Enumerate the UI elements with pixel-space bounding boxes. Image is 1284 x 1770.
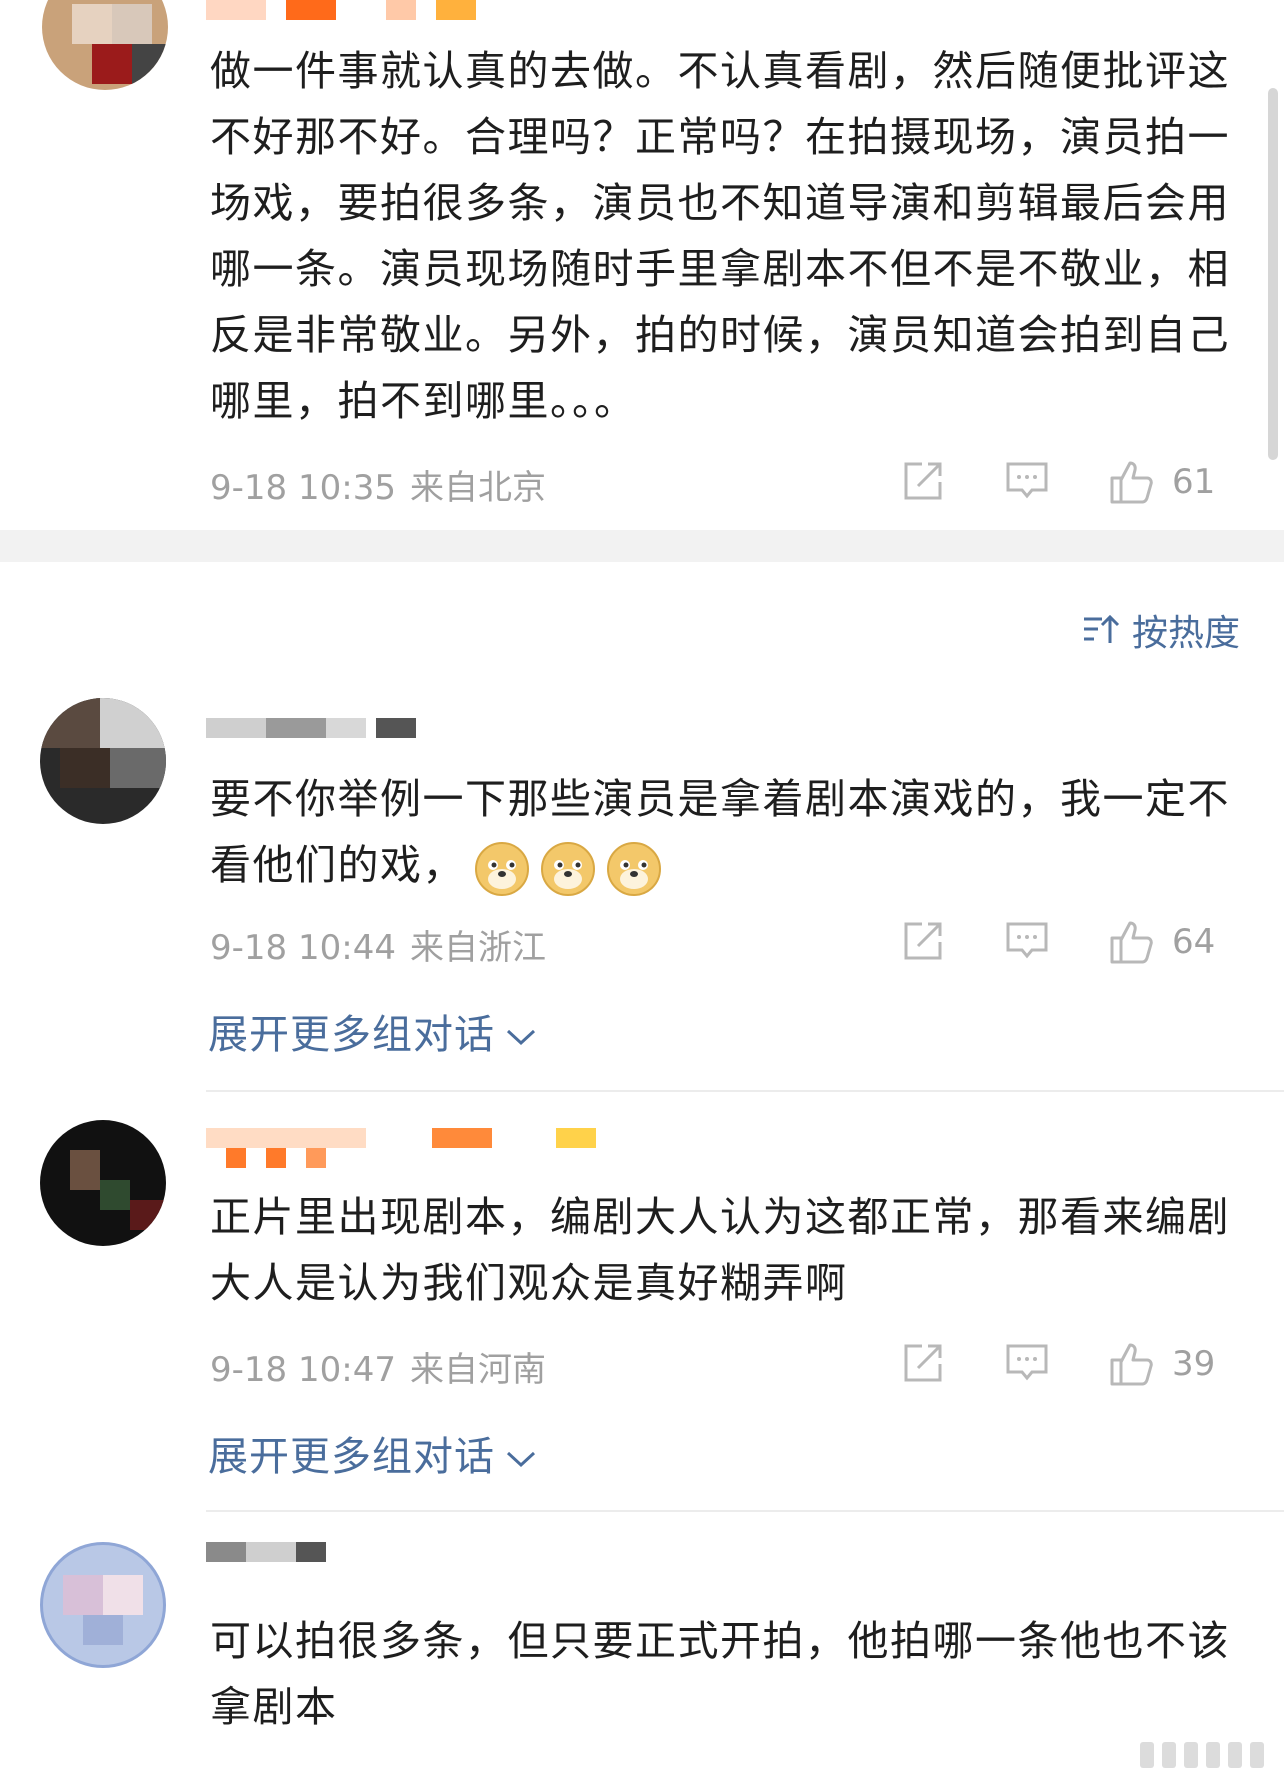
comment-4: 可以拍很多条，但只要正式开拍，他拍哪一条他也不该拿剧本 (0, 1530, 1284, 1770)
like-count: 61 (1172, 462, 1216, 502)
comment-text-content: 要不你举例一下那些演员是拿着剧本演戏的，我一定不看他们的戏， (210, 775, 1230, 889)
comment-2: 要不你举例一下那些演员是拿着剧本演戏的，我一定不看他们的戏， 9-18 10:4… (0, 690, 1284, 1090)
share-button[interactable] (900, 458, 946, 508)
expand-label: 展开更多组对话 (208, 1012, 495, 1058)
bottom-indicator (1140, 1742, 1264, 1768)
comment-location: 来自浙江 (409, 928, 546, 968)
comment-3: 正片里出现剧本，编剧大人认为这都正常，那看来编剧大人是认为我们观众是真好糊弄啊 … (0, 1110, 1284, 1510)
comment-text: 正片里出现剧本，编剧大人认为这都正常，那看来编剧大人是认为我们观众是真好糊弄啊 (210, 1193, 1230, 1307)
comment-text: 可以拍很多条，但只要正式开拍，他拍哪一条他也不该拿剧本 (210, 1617, 1230, 1731)
section-separator (0, 530, 1284, 562)
doge-emoji-icon (475, 842, 529, 896)
like-count: 39 (1172, 1344, 1216, 1384)
chevron-down-icon (506, 1029, 536, 1046)
comment-actions: 61 (900, 458, 1240, 508)
like-button[interactable] (1108, 1340, 1156, 1390)
comment-actions: 64 (900, 918, 1240, 968)
avatar[interactable] (40, 698, 166, 824)
scrollbar[interactable] (1268, 88, 1278, 460)
avatar[interactable] (40, 1120, 166, 1246)
divider (206, 1510, 1284, 1512)
comment-time: 9-18 10:44 (210, 928, 396, 968)
username-blurred[interactable] (206, 1128, 606, 1168)
doge-emoji-icon (541, 842, 595, 896)
comment-location: 来自北京 (409, 468, 546, 508)
comment-1: 做一件事就认真的去做。不认真看剧，然后随便批评这不好那不好。合理吗？正常吗？在拍… (0, 0, 1284, 530)
comment-text: 做一件事就认真的去做。不认真看剧，然后随便批评这不好那不好。合理吗？正常吗？在拍… (210, 47, 1230, 425)
reply-button[interactable] (1004, 918, 1050, 968)
avatar[interactable] (40, 1542, 166, 1668)
comment-icon (1006, 1344, 1048, 1381)
thumbs-up-icon (1110, 1343, 1153, 1386)
share-button[interactable] (900, 1340, 946, 1390)
comment-text: 要不你举例一下那些演员是拿着剧本演戏的，我一定不看他们的戏， (210, 766, 1250, 898)
reply-button[interactable] (1004, 1340, 1050, 1390)
sort-icon (1083, 614, 1120, 643)
reply-button[interactable] (1004, 458, 1050, 508)
thumbs-up-icon (1110, 921, 1153, 964)
avatar[interactable] (42, 0, 168, 90)
expand-more-replies-link[interactable]: 展开更多组对话 (208, 1424, 537, 1482)
thumbs-up-icon (1110, 461, 1153, 504)
comment-time: 9-18 10:35 (210, 468, 396, 508)
divider (206, 1090, 1284, 1092)
chevron-down-icon (506, 1451, 536, 1468)
comment-meta: 9-18 10:47 来自河南 (210, 1342, 546, 1391)
username-blurred[interactable] (206, 0, 486, 20)
share-button[interactable] (900, 918, 946, 968)
share-icon (904, 922, 942, 960)
sort-label: 按热度 (1131, 613, 1240, 654)
username-blurred[interactable] (206, 1542, 336, 1572)
comment-icon (1006, 922, 1048, 959)
expand-label: 展开更多组对话 (208, 1434, 495, 1480)
expand-more-replies-link[interactable]: 展开更多组对话 (208, 1002, 537, 1060)
comment-location: 来自河南 (409, 1350, 546, 1390)
comment-icon (1006, 462, 1048, 499)
sort-by-hot-button[interactable]: 按热度 (1082, 604, 1240, 656)
comment-time: 9-18 10:47 (210, 1350, 396, 1390)
like-count: 64 (1172, 922, 1216, 962)
comment-meta: 9-18 10:35 来自北京 (210, 460, 546, 509)
share-icon (904, 1344, 942, 1382)
username-blurred[interactable] (206, 718, 416, 742)
like-button[interactable] (1108, 918, 1156, 968)
comment-actions: 39 (900, 1340, 1240, 1390)
like-button[interactable] (1108, 458, 1156, 508)
comment-meta: 9-18 10:44 来自浙江 (210, 920, 546, 969)
doge-emoji-icon (607, 842, 661, 896)
share-icon (904, 462, 942, 500)
